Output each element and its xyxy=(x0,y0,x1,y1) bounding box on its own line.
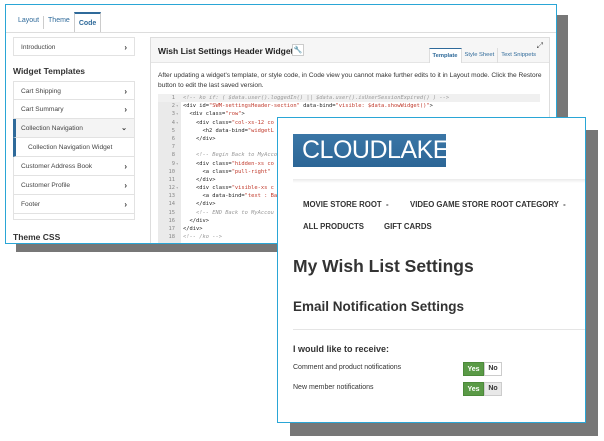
line-number: 9 xyxy=(171,160,175,167)
code-text: <a data-bind="text : Ba xyxy=(183,193,278,200)
section-title: Widget Templates xyxy=(13,66,86,76)
code-text: <div class="visible-xs c xyxy=(183,185,274,192)
sidebar-item-collection-navigation-widget[interactable]: Collection Navigation Widget xyxy=(13,138,135,157)
line-number: 3 xyxy=(171,111,175,118)
chevron-right-icon: › xyxy=(124,43,127,52)
chevron-right-icon: › xyxy=(124,87,127,96)
chevron-right-icon: › xyxy=(124,162,127,171)
sidebar-item-cart-summary[interactable]: Cart Summary › xyxy=(13,100,135,119)
front-window-shadow-bottom xyxy=(290,423,598,436)
line-number: 18 xyxy=(168,234,176,241)
line-number: 12 xyxy=(168,185,176,192)
tab-code[interactable]: Code xyxy=(73,12,102,32)
code-text: </div> xyxy=(183,217,209,224)
divider xyxy=(6,32,556,33)
setting-label-comment: Comment and product notifications xyxy=(293,364,402,371)
sidebar: Introduction › Widget Templates Cart Ship… xyxy=(13,37,135,242)
yes-option[interactable]: Yes xyxy=(463,362,484,376)
sidebar-item-collection-navigation[interactable]: Collection Navigation ⌄ xyxy=(13,119,135,138)
nav-movie-store-root[interactable]: MOVIE STORE ROOT - xyxy=(303,200,389,209)
sidebar-item-customer-address-book[interactable]: Customer Address Book › xyxy=(13,157,135,176)
no-option[interactable]: No xyxy=(484,362,502,376)
expand-icon[interactable]: ⤢ xyxy=(537,41,543,51)
code-text: <div class="hidden-xs co xyxy=(183,160,274,167)
section-title: Email Notification Settings xyxy=(293,299,465,314)
line-number: 11 xyxy=(168,176,176,183)
fold-icon[interactable]: ▾ xyxy=(176,110,178,118)
header-divider xyxy=(293,179,585,183)
chevron-right-icon: › xyxy=(124,200,127,209)
setting-label-new-member: New member notifications xyxy=(293,384,374,391)
code-text: </div> xyxy=(183,201,216,208)
sidebar-item-cart-shipping[interactable]: Cart Shipping › xyxy=(13,81,135,100)
chevron-right-icon: › xyxy=(124,105,127,114)
chevron-down-icon: ⌄ xyxy=(121,125,127,132)
line-number: 17 xyxy=(168,226,176,232)
code-text: <!-- END Back to MyAccou xyxy=(183,209,274,216)
line-number: 15 xyxy=(168,209,176,216)
dropdown-caret-icon: - xyxy=(383,200,389,209)
page-title: My Wish List Settings xyxy=(293,256,474,276)
mode-tabs: Layout Theme Code xyxy=(14,12,102,32)
fold-icon[interactable]: ▾ xyxy=(176,160,178,168)
code-line: 1 <!-- ko if: ( $data.user().loggedIn() |… xyxy=(158,94,540,103)
storefront-preview-window: CLOUDLAKE MOVIE STORE ROOT - VIDEO GAME … xyxy=(277,117,586,423)
sidebar-item-introduction[interactable]: Introduction › xyxy=(13,37,135,56)
sidebar-item-partial[interactable] xyxy=(13,214,135,220)
dropdown-caret-icon: - xyxy=(560,200,566,209)
section-title-theme-css: Theme CSS xyxy=(13,232,61,242)
receive-label: I would like to receive: xyxy=(293,344,390,354)
sidebar-item-footer[interactable]: Footer › xyxy=(13,195,135,214)
sidebar-item-customer-profile[interactable]: Customer Profile › xyxy=(13,176,135,195)
panel-description: After updating a widget's template, or s… xyxy=(158,72,542,89)
code-text: <!-- /ko --> xyxy=(183,234,222,241)
nav-gift-cards[interactable]: GIFT CARDS xyxy=(384,222,432,231)
yes-option[interactable]: Yes xyxy=(463,382,484,396)
line-number: 13 xyxy=(168,193,176,200)
tab-theme[interactable]: Theme xyxy=(44,16,74,29)
fold-icon[interactable]: ▾ xyxy=(176,119,178,127)
nav-all-products[interactable]: ALL PRODUCTS xyxy=(303,222,364,231)
tab-text-snippets[interactable]: Text Snippets xyxy=(498,48,539,63)
code-text: <div id="SWM-settingsHeader-section" dat… xyxy=(183,103,433,110)
code-text: </div> xyxy=(183,226,203,232)
code-line: 2 ▾ <div id="SWM-settingsHeader-section" d… xyxy=(158,102,540,110)
fold-icon[interactable]: ▾ xyxy=(176,102,178,110)
line-number: 8 xyxy=(171,152,175,159)
code-text: <!-- ko if: ( $data.user().loggedIn() ||… xyxy=(183,95,450,101)
code-text: </div> xyxy=(183,135,216,142)
panel-header: Wish List Settings Header Widget 🔧 Templ… xyxy=(151,38,549,63)
code-text: <div class="row"> xyxy=(183,111,245,118)
code-text: </div> xyxy=(183,176,216,183)
code-text: <a class="pull-right" xyxy=(183,168,271,175)
tab-template[interactable]: Template xyxy=(428,48,462,63)
line-number: 16 xyxy=(168,217,176,224)
tab-layout[interactable]: Layout xyxy=(14,16,45,29)
line-number: 14 xyxy=(168,201,176,208)
nav-video-game-store-root-category[interactable]: VIDEO GAME STORE ROOT CATEGORY - xyxy=(410,200,566,209)
line-number: 5 xyxy=(171,127,175,134)
fold-icon[interactable]: ▾ xyxy=(176,184,178,192)
line-number: 2 xyxy=(171,103,175,110)
line-number: 10 xyxy=(168,168,176,175)
code-text: <div class="col-xs-12 co xyxy=(183,119,274,126)
front-window-shadow xyxy=(586,130,598,436)
divider xyxy=(293,329,585,330)
line-number: 1 xyxy=(171,95,175,101)
line-number: 4 xyxy=(171,119,175,126)
wrench-icon[interactable]: 🔧 xyxy=(292,44,304,56)
code-text: <h2 data-bind="widgetL xyxy=(183,127,274,134)
line-number: 6 xyxy=(171,135,175,142)
panel-tabs: Template Style Sheet Text Snippets xyxy=(428,48,540,63)
cloudlake-logo[interactable]: CLOUDLAKE xyxy=(293,134,449,167)
no-option[interactable]: No xyxy=(484,382,502,396)
tab-style-sheet[interactable]: Style Sheet xyxy=(462,48,499,63)
comment-notifications-toggle[interactable]: Yes No xyxy=(463,362,502,376)
line-number: 7 xyxy=(171,144,175,151)
new-member-notifications-toggle[interactable]: Yes No xyxy=(463,382,502,396)
code-text: <!-- Begin Back to MyAccou xyxy=(183,152,281,159)
panel-title: Wish List Settings Header Widget xyxy=(158,46,294,56)
chevron-right-icon: › xyxy=(124,181,127,190)
